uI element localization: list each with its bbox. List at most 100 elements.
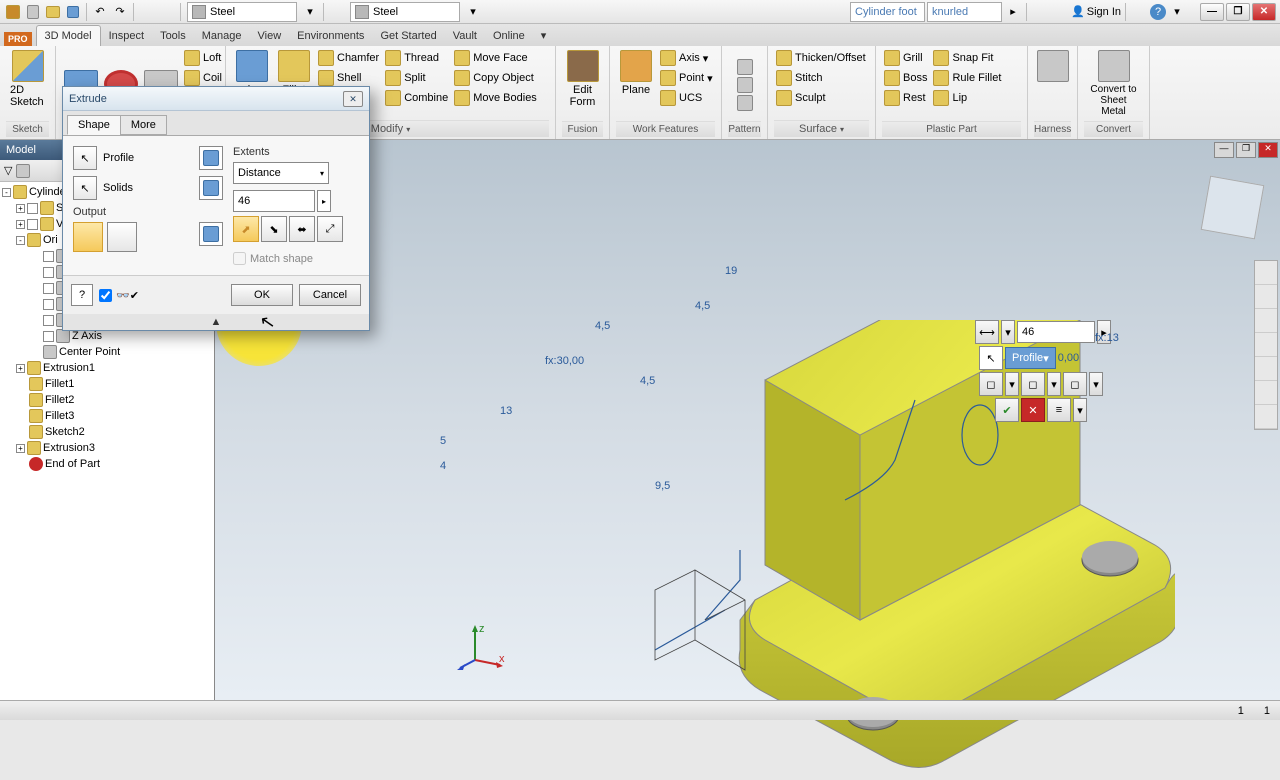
tab-3d-model[interactable]: 3D Model [36, 25, 101, 46]
undo-icon[interactable]: ↶ [91, 3, 109, 21]
mini-distance-dd-icon[interactable]: ▾ [1001, 320, 1015, 344]
combine-button[interactable]: Combine [383, 88, 450, 108]
mini-output-dd[interactable]: ▾ [1005, 372, 1019, 396]
tree-node[interactable]: +Extrusion1 [2, 360, 212, 376]
dialog-expand-toggle[interactable]: ▲ [63, 314, 369, 330]
rect-pattern-icon[interactable] [737, 59, 753, 75]
tab-tools[interactable]: Tools [152, 26, 194, 46]
lip-button[interactable]: Lip [931, 88, 1003, 108]
tree-node[interactable]: +Extrusion3 [2, 440, 212, 456]
help-dropdown-icon[interactable]: ▾ [1168, 3, 1186, 21]
stitch-button[interactable]: Stitch [774, 68, 869, 88]
thread-button[interactable]: Thread [383, 48, 450, 68]
convert-sheet-metal-button[interactable]: Convert to Sheet Metal [1084, 48, 1143, 119]
tree-node[interactable]: Sketch2 [2, 424, 212, 440]
help-search-2[interactable] [927, 2, 1002, 22]
cancel-button[interactable]: Cancel [299, 284, 361, 306]
search-go-icon[interactable]: ▸ [1004, 3, 1022, 21]
filter-icon[interactable]: ▽ [4, 164, 12, 177]
point-button[interactable]: Point▾ [658, 68, 715, 88]
split-button[interactable]: Split [383, 68, 450, 88]
redo-icon[interactable]: ↷ [111, 3, 129, 21]
dialog-tab-more[interactable]: More [120, 115, 167, 135]
output-solid-button[interactable] [73, 222, 103, 252]
window-close-button[interactable]: ✕ [1252, 3, 1276, 21]
move-bodies-button[interactable]: Move Bodies [452, 88, 539, 108]
mini-profile-select-icon[interactable]: ↖ [979, 346, 1003, 370]
help-search-1[interactable] [850, 2, 925, 22]
navigation-bar[interactable] [1254, 260, 1278, 430]
mini-ok-button[interactable]: ✔ [995, 398, 1019, 422]
panel-surface[interactable]: Surface▾ [774, 120, 869, 137]
tab-inspect[interactable]: Inspect [101, 26, 152, 46]
tree-node[interactable]: Fillet3 [2, 408, 212, 424]
profile-select-button[interactable]: ↖ [73, 146, 97, 170]
output-surface-button[interactable] [107, 222, 137, 252]
key-icon[interactable] [1031, 3, 1049, 21]
save-icon[interactable] [64, 3, 82, 21]
axis-button[interactable]: Axis▾ [658, 48, 715, 68]
grill-button[interactable]: Grill [882, 48, 929, 68]
copy-object-button[interactable]: Copy Object [452, 68, 539, 88]
mini-profile-button[interactable]: Profile ▾ [1005, 347, 1056, 369]
dialog-preview-checkbox[interactable] [99, 289, 112, 302]
help-icon[interactable]: ? [1150, 4, 1166, 20]
sculpt-button[interactable]: Sculpt [774, 88, 869, 108]
mini-operation-icon[interactable]: ◻ [1063, 372, 1087, 396]
shell-button[interactable]: Shell [316, 68, 381, 88]
direction-2-button[interactable]: ⬊ [261, 216, 287, 242]
appearance-dropdown-icon[interactable]: ▾ [464, 3, 482, 21]
tab-vault[interactable]: Vault [445, 26, 485, 46]
doc-minimize-button[interactable]: — [1214, 142, 1234, 158]
tab-manage[interactable]: Manage [194, 26, 250, 46]
appearance-combo[interactable]: Steel [350, 2, 460, 22]
doc-restore-button[interactable]: ❐ [1236, 142, 1256, 158]
thicken-button[interactable]: Thicken/Offset [774, 48, 869, 68]
doc-close-button[interactable]: ✕ [1258, 142, 1278, 158]
material-appearance-combo[interactable]: Steel [187, 2, 297, 22]
start-2d-sketch-button[interactable]: 2D Sketch [6, 48, 49, 110]
tree-node[interactable]: End of Part [2, 456, 212, 472]
solids-select-button[interactable]: ↖ [73, 176, 97, 200]
loft-button[interactable]: Loft [182, 48, 224, 68]
exchange-icon[interactable] [1130, 3, 1148, 21]
direction-asymmetric-button[interactable]: ⤢ [317, 216, 343, 242]
mini-cancel-button[interactable]: ✕ [1021, 398, 1045, 422]
snap-fit-button[interactable]: Snap Fit [931, 48, 1003, 68]
app-menu-icon[interactable] [4, 3, 22, 21]
tree-node[interactable]: Center Point [2, 344, 212, 360]
mini-options-dd[interactable]: ▾ [1073, 398, 1087, 422]
tab-view[interactable]: View [250, 26, 290, 46]
chamfer-button[interactable]: Chamfer [316, 48, 381, 68]
extents-type-combo[interactable]: Distance▾ [233, 162, 329, 184]
select-icon[interactable] [138, 3, 156, 21]
ucs-button[interactable]: UCS [658, 88, 715, 108]
mini-output-icon[interactable]: ◻ [979, 372, 1003, 396]
profile-solid-toggle[interactable] [199, 146, 223, 170]
mini-direction-dd[interactable]: ▾ [1047, 372, 1061, 396]
tab-environments[interactable]: Environments [289, 26, 372, 46]
move-face-button[interactable]: Move Face [452, 48, 539, 68]
mini-distance-icon[interactable]: ⟷ [975, 320, 999, 344]
view-cube[interactable] [1201, 176, 1265, 240]
tab-online[interactable]: Online [485, 26, 533, 46]
tab-get-started[interactable]: Get Started [372, 26, 444, 46]
harness-button[interactable] [1034, 48, 1071, 86]
direction-symmetric-button[interactable]: ⬌ [289, 216, 315, 242]
rest-button[interactable]: Rest [882, 88, 929, 108]
tree-node[interactable]: Fillet2 [2, 392, 212, 408]
direction-1-button[interactable]: ⬈ [233, 216, 259, 242]
dialog-help-button[interactable]: ? [71, 284, 93, 306]
window-minimize-button[interactable]: — [1200, 3, 1224, 21]
boss-button[interactable]: Boss [882, 68, 929, 88]
plane-button[interactable]: Plane [616, 48, 656, 121]
solids-toggle[interactable] [199, 176, 223, 200]
sign-in-link[interactable]: 👤 Sign In [1071, 5, 1121, 18]
open-icon[interactable] [44, 3, 62, 21]
coil-button[interactable]: Coil [182, 68, 224, 88]
edit-form-button[interactable]: Edit Form [562, 48, 603, 110]
rule-fillet-button[interactable]: Rule Fillet [931, 68, 1003, 88]
browser-tool-icon[interactable] [16, 164, 30, 178]
mirror-icon[interactable] [737, 95, 753, 111]
ok-button[interactable]: OK [231, 284, 293, 306]
